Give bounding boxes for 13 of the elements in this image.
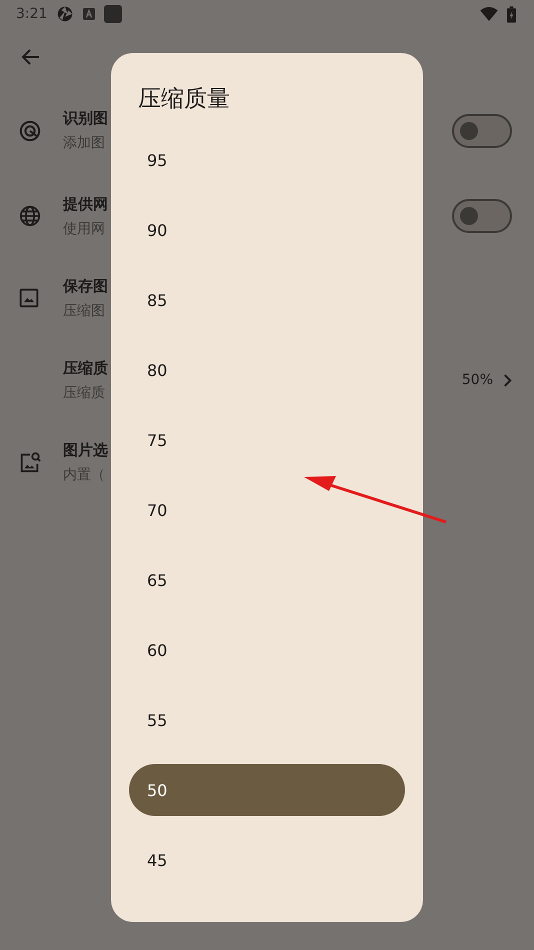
setting-subtitle: 使用网 [63,220,106,238]
setting-subtitle: 添加图 [63,134,106,152]
setting-subtitle: 压缩质 [63,384,106,402]
setting-title: 图片选 [63,440,108,460]
setting-title: 压缩质 [63,358,108,378]
setting-title: 识别图 [63,109,108,128]
status-time: 3:21 [16,6,48,22]
setting-value: 50% [462,372,493,388]
dialog-title: 压缩质量 [137,85,231,114]
setting-title: 保存图 [63,276,108,296]
setting-title: 提供网 [63,194,108,214]
setting-subtitle: 压缩图 [63,302,106,320]
setting-subtitle: 内置（ [63,466,106,484]
